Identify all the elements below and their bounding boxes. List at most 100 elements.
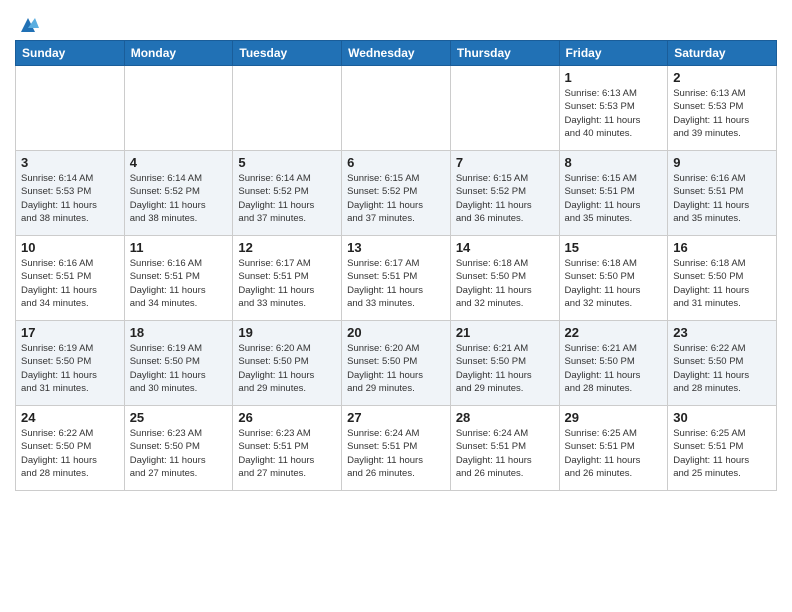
calendar-cell: 3Sunrise: 6:14 AM Sunset: 5:53 PM Daylig… <box>16 151 125 236</box>
calendar-cell: 20 Sunrise: 6:20 AM Sunset: 5:50 PM Dayli… <box>342 321 451 406</box>
week-row-1: 1 Sunrise: 6:13 AM Sunset: 5:53 PM Daylig… <box>16 66 777 151</box>
day-info: Sunrise: 6:25 AM Sunset: 5:51 PM Dayligh… <box>565 427 663 480</box>
day-number: 22 <box>565 325 663 340</box>
day-info: Sunrise: 6:14 AM Sunset: 5:52 PM Dayligh… <box>130 172 228 225</box>
day-number: 11 <box>130 240 228 255</box>
calendar-cell: 28 Sunrise: 6:24 AM Sunset: 5:51 PM Dayli… <box>450 406 559 491</box>
calendar-cell: 17 Sunrise: 6:19 AM Sunset: 5:50 PM Dayli… <box>16 321 125 406</box>
calendar-cell <box>233 66 342 151</box>
day-info: Sunrise: 6:18 AM Sunset: 5:50 PM Dayligh… <box>565 257 663 310</box>
day-number: 20 <box>347 325 445 340</box>
calendar-cell: 16 Sunrise: 6:18 AM Sunset: 5:50 PM Dayli… <box>668 236 777 321</box>
day-info: Sunrise: 6:15 AM Sunset: 5:51 PM Dayligh… <box>565 172 663 225</box>
day-number: 9 <box>673 155 771 170</box>
day-number: 6 <box>347 155 445 170</box>
day-number: 2 <box>673 70 771 85</box>
weekday-header-tuesday: Tuesday <box>233 41 342 66</box>
day-info: Sunrise: 6:15 AM Sunset: 5:52 PM Dayligh… <box>347 172 445 225</box>
calendar-page: SundayMondayTuesdayWednesdayThursdayFrid… <box>0 0 792 506</box>
calendar-cell: 26 Sunrise: 6:23 AM Sunset: 5:51 PM Dayli… <box>233 406 342 491</box>
calendar-cell: 1Sunrise: 6:13 AM Sunset: 5:53 PM Daylig… <box>559 66 668 151</box>
day-number: 24 <box>21 410 119 425</box>
week-row-4: 17 Sunrise: 6:19 AM Sunset: 5:50 PM Dayli… <box>16 321 777 406</box>
calendar-cell: 7 Sunrise: 6:15 AM Sunset: 5:52 PM Daylig… <box>450 151 559 236</box>
day-info: Sunrise: 6:18 AM Sunset: 5:50 PM Dayligh… <box>456 257 554 310</box>
calendar-cell: 19 Sunrise: 6:20 AM Sunset: 5:50 PM Dayli… <box>233 321 342 406</box>
calendar-cell <box>16 66 125 151</box>
calendar-cell: 12 Sunrise: 6:17 AM Sunset: 5:51 PM Dayli… <box>233 236 342 321</box>
calendar-cell: 6 Sunrise: 6:15 AM Sunset: 5:52 PM Daylig… <box>342 151 451 236</box>
day-info: Sunrise: 6:16 AM Sunset: 5:51 PM Dayligh… <box>21 257 119 310</box>
calendar-cell: 14 Sunrise: 6:18 AM Sunset: 5:50 PM Dayli… <box>450 236 559 321</box>
page-header <box>15 10 777 32</box>
calendar-cell: 23Sunrise: 6:22 AM Sunset: 5:50 PM Dayli… <box>668 321 777 406</box>
day-number: 28 <box>456 410 554 425</box>
calendar-cell: 5Sunrise: 6:14 AM Sunset: 5:52 PM Daylig… <box>233 151 342 236</box>
day-info: Sunrise: 6:23 AM Sunset: 5:51 PM Dayligh… <box>238 427 336 480</box>
day-info: Sunrise: 6:17 AM Sunset: 5:51 PM Dayligh… <box>238 257 336 310</box>
day-info: Sunrise: 6:20 AM Sunset: 5:50 PM Dayligh… <box>238 342 336 395</box>
day-number: 12 <box>238 240 336 255</box>
day-info: Sunrise: 6:13 AM Sunset: 5:53 PM Dayligh… <box>673 87 771 140</box>
day-info: Sunrise: 6:23 AM Sunset: 5:50 PM Dayligh… <box>130 427 228 480</box>
week-row-2: 3Sunrise: 6:14 AM Sunset: 5:53 PM Daylig… <box>16 151 777 236</box>
day-info: Sunrise: 6:16 AM Sunset: 5:51 PM Dayligh… <box>673 172 771 225</box>
week-row-3: 10 Sunrise: 6:16 AM Sunset: 5:51 PM Dayli… <box>16 236 777 321</box>
calendar-cell: 22 Sunrise: 6:21 AM Sunset: 5:50 PM Dayli… <box>559 321 668 406</box>
day-info: Sunrise: 6:21 AM Sunset: 5:50 PM Dayligh… <box>456 342 554 395</box>
calendar-cell: 9 Sunrise: 6:16 AM Sunset: 5:51 PM Daylig… <box>668 151 777 236</box>
weekday-header-friday: Friday <box>559 41 668 66</box>
day-number: 10 <box>21 240 119 255</box>
calendar-cell <box>342 66 451 151</box>
calendar-cell: 18Sunrise: 6:19 AM Sunset: 5:50 PM Dayli… <box>124 321 233 406</box>
logo-icon <box>17 14 39 36</box>
day-info: Sunrise: 6:17 AM Sunset: 5:51 PM Dayligh… <box>347 257 445 310</box>
day-number: 19 <box>238 325 336 340</box>
day-info: Sunrise: 6:19 AM Sunset: 5:50 PM Dayligh… <box>21 342 119 395</box>
day-number: 7 <box>456 155 554 170</box>
calendar-cell: 13 Sunrise: 6:17 AM Sunset: 5:51 PM Dayli… <box>342 236 451 321</box>
day-info: Sunrise: 6:16 AM Sunset: 5:51 PM Dayligh… <box>130 257 228 310</box>
calendar-cell: 24 Sunrise: 6:22 AM Sunset: 5:50 PM Dayli… <box>16 406 125 491</box>
day-number: 8 <box>565 155 663 170</box>
day-number: 23 <box>673 325 771 340</box>
calendar-cell: 25Sunrise: 6:23 AM Sunset: 5:50 PM Dayli… <box>124 406 233 491</box>
weekday-header-sunday: Sunday <box>16 41 125 66</box>
day-number: 15 <box>565 240 663 255</box>
calendar-cell <box>450 66 559 151</box>
day-info: Sunrise: 6:18 AM Sunset: 5:50 PM Dayligh… <box>673 257 771 310</box>
day-info: Sunrise: 6:15 AM Sunset: 5:52 PM Dayligh… <box>456 172 554 225</box>
day-number: 29 <box>565 410 663 425</box>
day-number: 30 <box>673 410 771 425</box>
day-info: Sunrise: 6:21 AM Sunset: 5:50 PM Dayligh… <box>565 342 663 395</box>
day-number: 14 <box>456 240 554 255</box>
day-number: 27 <box>347 410 445 425</box>
calendar-cell: 10 Sunrise: 6:16 AM Sunset: 5:51 PM Dayli… <box>16 236 125 321</box>
calendar-cell: 29 Sunrise: 6:25 AM Sunset: 5:51 PM Dayli… <box>559 406 668 491</box>
logo <box>15 10 39 32</box>
weekday-header-monday: Monday <box>124 41 233 66</box>
day-number: 21 <box>456 325 554 340</box>
day-info: Sunrise: 6:22 AM Sunset: 5:50 PM Dayligh… <box>21 427 119 480</box>
day-number: 16 <box>673 240 771 255</box>
calendar-cell <box>124 66 233 151</box>
calendar-cell: 21 Sunrise: 6:21 AM Sunset: 5:50 PM Dayli… <box>450 321 559 406</box>
day-number: 26 <box>238 410 336 425</box>
day-number: 13 <box>347 240 445 255</box>
calendar-cell: 2 Sunrise: 6:13 AM Sunset: 5:53 PM Daylig… <box>668 66 777 151</box>
weekday-header-thursday: Thursday <box>450 41 559 66</box>
day-number: 17 <box>21 325 119 340</box>
weekday-header-row: SundayMondayTuesdayWednesdayThursdayFrid… <box>16 41 777 66</box>
calendar-cell: 11 Sunrise: 6:16 AM Sunset: 5:51 PM Dayli… <box>124 236 233 321</box>
calendar-cell: 4Sunrise: 6:14 AM Sunset: 5:52 PM Daylig… <box>124 151 233 236</box>
weekday-header-wednesday: Wednesday <box>342 41 451 66</box>
day-info: Sunrise: 6:20 AM Sunset: 5:50 PM Dayligh… <box>347 342 445 395</box>
day-info: Sunrise: 6:24 AM Sunset: 5:51 PM Dayligh… <box>456 427 554 480</box>
weekday-header-saturday: Saturday <box>668 41 777 66</box>
day-number: 1 <box>565 70 663 85</box>
calendar-table: SundayMondayTuesdayWednesdayThursdayFrid… <box>15 40 777 491</box>
day-info: Sunrise: 6:24 AM Sunset: 5:51 PM Dayligh… <box>347 427 445 480</box>
calendar-cell: 15 Sunrise: 6:18 AM Sunset: 5:50 PM Dayli… <box>559 236 668 321</box>
day-info: Sunrise: 6:19 AM Sunset: 5:50 PM Dayligh… <box>130 342 228 395</box>
day-info: Sunrise: 6:14 AM Sunset: 5:52 PM Dayligh… <box>238 172 336 225</box>
